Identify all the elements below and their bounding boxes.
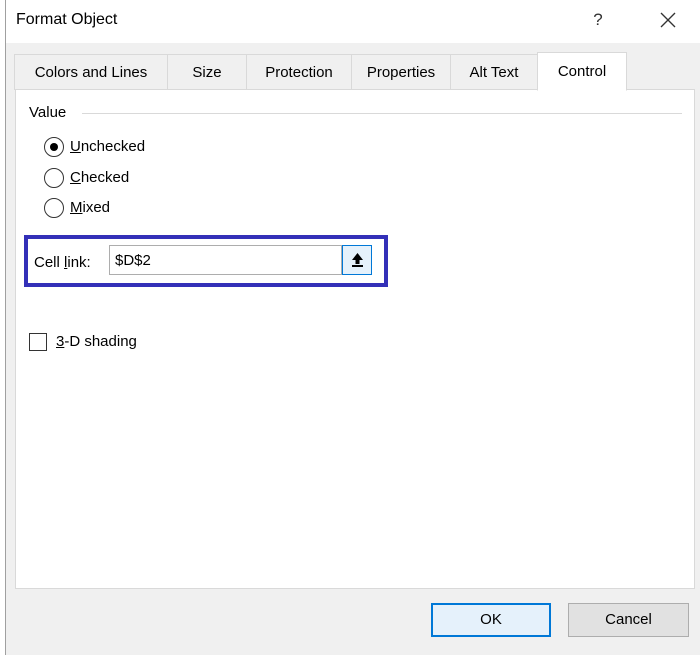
tab-control[interactable]: Control: [537, 52, 627, 91]
radio-mixed-label: Mixed: [70, 199, 111, 216]
dialog-title: Format Object: [16, 11, 118, 28]
radio-mixed-circle[interactable]: [44, 198, 64, 218]
radio-unchecked-circle[interactable]: [44, 137, 64, 157]
ok-button[interactable]: OK: [431, 603, 551, 637]
radio-selected-dot: [50, 143, 58, 151]
tab-properties[interactable]: Properties: [351, 54, 451, 90]
radio-checked-label: Checked: [70, 169, 130, 186]
three-d-shading-label: 3-D shading: [56, 333, 137, 350]
tab-protection[interactable]: Protection: [246, 54, 352, 90]
collapse-arrow-icon: [352, 253, 363, 267]
tab-strip: Colors and Lines Size Protection Propert…: [14, 52, 694, 91]
close-button[interactable]: [653, 6, 683, 34]
three-d-shading-checkbox[interactable]: [29, 333, 47, 351]
tab-colors-and-lines[interactable]: Colors and Lines: [14, 54, 168, 90]
control-tab-panel: Value Unchecked Checked Mixed Cell link:…: [15, 89, 695, 589]
close-icon: [660, 12, 676, 28]
radio-checked-circle[interactable]: [44, 168, 64, 188]
help-button[interactable]: ?: [586, 8, 610, 32]
cell-link-input[interactable]: $D$2: [109, 245, 342, 275]
cancel-button[interactable]: Cancel: [568, 603, 689, 637]
value-group-label: Value: [29, 104, 67, 121]
cell-link-highlight: Cell link: $D$2: [24, 235, 388, 287]
tab-size[interactable]: Size: [167, 54, 247, 90]
tab-alt-text[interactable]: Alt Text: [450, 54, 538, 90]
value-group-divider: [82, 113, 682, 114]
collapse-dialog-button[interactable]: [342, 245, 372, 275]
format-object-dialog: Format Object ? Colors and Lines Size Pr…: [5, 0, 700, 655]
cell-link-label: Cell link:: [34, 254, 91, 271]
radio-unchecked-label: Unchecked: [70, 138, 146, 155]
title-bar: Format Object ?: [6, 0, 700, 43]
